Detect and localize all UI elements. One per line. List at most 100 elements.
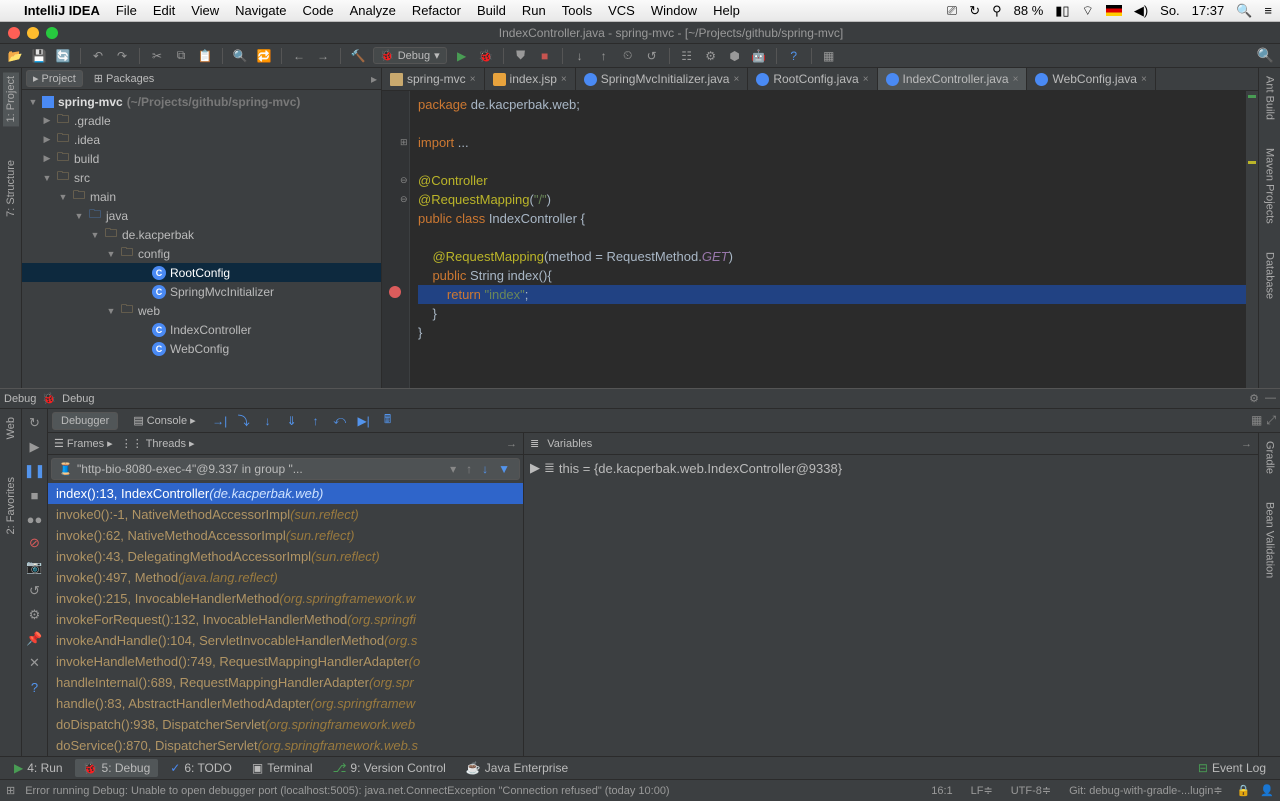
btab-run[interactable]: ▶4: Run [6, 759, 71, 777]
menu-edit[interactable]: Edit [153, 3, 175, 18]
settings-icon[interactable]: ⚙ [1249, 392, 1259, 405]
debug-session-icon[interactable]: 🐞 [42, 392, 56, 405]
force-step-into-icon[interactable]: ⇓ [283, 412, 301, 430]
restore-icon[interactable]: ⤢ [1266, 413, 1276, 428]
android-icon[interactable]: 🤖 [750, 47, 768, 65]
mute-breakpoints-icon[interactable]: ⊘ [22, 531, 47, 555]
frame-row[interactable]: index():13, IndexController (de.kacperba… [48, 483, 523, 504]
tree-item-indexctrl[interactable]: CIndexController [22, 320, 381, 339]
tree-item-src[interactable]: ▼🗀src [22, 168, 381, 187]
vcs-commit-icon[interactable]: ↑ [595, 47, 613, 65]
coverage-icon[interactable]: ⛊ [512, 47, 530, 65]
window-minimize-button[interactable] [27, 27, 39, 39]
console-tab[interactable]: ▤Console▸ [124, 411, 204, 430]
cut-icon[interactable]: ✂ [148, 47, 166, 65]
tab-webconfig[interactable]: WebConfig.java× [1027, 68, 1155, 90]
tree-item-gradle[interactable]: ▶🗀.gradle [22, 111, 381, 130]
volume-icon[interactable]: ◀) [1134, 3, 1148, 19]
window-zoom-button[interactable] [46, 27, 58, 39]
toolwindows-icon[interactable]: ⊞ [6, 784, 15, 797]
frame-row[interactable]: invokeHandleMethod():749, RequestMapping… [48, 651, 523, 672]
tool-tab-web[interactable]: Web [3, 413, 19, 443]
bluetooth-icon[interactable]: ⚲ [992, 3, 1002, 19]
btab-todo[interactable]: ✓6: TODO [162, 759, 240, 777]
copy-icon[interactable]: ⧉ [172, 47, 190, 65]
tool-tab-database[interactable]: Database [1262, 248, 1278, 303]
tree-item-java[interactable]: ▼🗀java [22, 206, 381, 225]
tree-item-main[interactable]: ▼🗀main [22, 187, 381, 206]
back-icon[interactable]: ← [290, 47, 308, 65]
open-icon[interactable]: 📂 [6, 47, 24, 65]
frame-row[interactable]: invoke():215, InvocableHandlerMethod (or… [48, 588, 523, 609]
settings-icon[interactable]: ⚙ [702, 47, 720, 65]
tool-tab-favorites[interactable]: 2: Favorites [3, 473, 19, 538]
tab-springinit[interactable]: SpringMvcInitializer.java× [576, 68, 749, 90]
debug-icon[interactable]: 🐞 [477, 47, 495, 65]
tool-tab-structure[interactable]: 7: Structure [3, 156, 19, 221]
btab-vcs[interactable]: ⎇9: Version Control [325, 759, 454, 777]
tab-indexcontroller[interactable]: IndexController.java× [878, 68, 1028, 90]
close-icon[interactable]: ✕ [22, 651, 47, 675]
notification-icon[interactable]: ≡ [1264, 3, 1272, 18]
close-tab-icon[interactable]: × [1013, 74, 1019, 85]
menu-vcs[interactable]: VCS [608, 3, 635, 18]
frame-row[interactable]: handleInternal():689, RequestMappingHand… [48, 672, 523, 693]
thread-selector[interactable]: 🧵 "http-bio-8080-exec-4"@9.337 in group … [51, 458, 520, 480]
project-view-tab[interactable]: ▸Project [26, 70, 83, 87]
tree-item-webconfig[interactable]: CWebConfig [22, 339, 381, 358]
menu-refactor[interactable]: Refactor [412, 3, 461, 18]
next-frame-icon[interactable]: ↓ [479, 462, 491, 476]
get-thread-dump-icon[interactable]: 📷 [22, 555, 47, 579]
layout-icon[interactable]: ▦ [820, 47, 838, 65]
step-out-icon[interactable]: ↑ [307, 412, 325, 430]
stop-icon[interactable]: ■ [22, 483, 47, 507]
lock-icon[interactable]: 🔒 [1237, 784, 1251, 797]
close-tab-icon[interactable]: × [470, 74, 476, 85]
sync-icon[interactable]: 🔄 [54, 47, 72, 65]
tool-tab-ant[interactable]: Ant Build [1262, 72, 1278, 124]
vcs-history-icon[interactable]: ⏲ [619, 47, 637, 65]
keyboard-flag-icon[interactable] [1106, 5, 1122, 16]
undo-icon[interactable]: ↶ [89, 47, 107, 65]
debug-session-label[interactable]: Debug [62, 393, 94, 405]
menu-code[interactable]: Code [302, 3, 333, 18]
tool-tab-maven[interactable]: Maven Projects [1262, 144, 1278, 228]
frame-row[interactable]: invokeForRequest():132, InvocableHandler… [48, 609, 523, 630]
chevron-right-icon[interactable]: ▸ [371, 72, 377, 86]
editor-stripe[interactable] [1246, 91, 1258, 388]
view-breakpoints-icon[interactable]: ●● [22, 507, 47, 531]
editor-gutter[interactable]: ⊞ ⊖ ⊖ [382, 91, 410, 388]
pause-icon[interactable]: ❚❚ [22, 459, 47, 483]
project-tree[interactable]: ▼spring-mvc (~/Projects/github/spring-mv… [22, 90, 381, 388]
step-into-icon[interactable]: ↓ [259, 412, 277, 430]
stripe-marker[interactable] [1248, 161, 1256, 164]
tool-tab-project[interactable]: 1: Project [3, 72, 19, 126]
menu-navigate[interactable]: Navigate [235, 3, 286, 18]
frame-row[interactable]: doDispatch():938, DispatcherServlet (org… [48, 714, 523, 735]
tree-item-web[interactable]: ▼🗀web [22, 301, 381, 320]
btab-eventlog[interactable]: ⊟Event Log [1190, 759, 1274, 777]
step-over-icon[interactable]: ⤵ [235, 412, 253, 430]
frame-row[interactable]: invoke():62, NativeMethodAccessorImpl (s… [48, 525, 523, 546]
file-encoding[interactable]: UTF-8≑ [1007, 784, 1055, 797]
frame-row[interactable]: invoke0():-1, NativeMethodAccessorImpl (… [48, 504, 523, 525]
paste-icon[interactable]: 📋 [196, 47, 214, 65]
stripe-marker[interactable] [1248, 95, 1256, 98]
frame-row[interactable]: invoke():497, Method (java.lang.reflect) [48, 567, 523, 588]
threads-tab[interactable]: ⋮⋮Threads▸ [121, 437, 195, 450]
caret-position[interactable]: 16:1 [927, 785, 956, 797]
status-message[interactable]: Error running Debug: Unable to open debu… [25, 785, 917, 797]
menu-tools[interactable]: Tools [562, 3, 592, 18]
packages-view-tab[interactable]: ⊞Packages [87, 70, 162, 87]
fold-icon[interactable]: ⊖ [400, 171, 408, 190]
rerun-icon[interactable]: ↻ [22, 411, 47, 435]
structure-icon[interactable]: ☷ [678, 47, 696, 65]
save-all-icon[interactable]: 💾 [30, 47, 48, 65]
wifi-icon[interactable]: ⌔ [1082, 3, 1094, 19]
breakpoint-icon[interactable] [389, 286, 401, 298]
code-view[interactable]: package de.kacperbak.web; import ... @Co… [410, 91, 1246, 388]
help-icon[interactable]: ? [22, 675, 47, 699]
run-config-selector[interactable]: 🐞 Debug ▾ [373, 47, 447, 64]
close-tab-icon[interactable]: × [561, 74, 567, 85]
window-close-button[interactable] [8, 27, 20, 39]
